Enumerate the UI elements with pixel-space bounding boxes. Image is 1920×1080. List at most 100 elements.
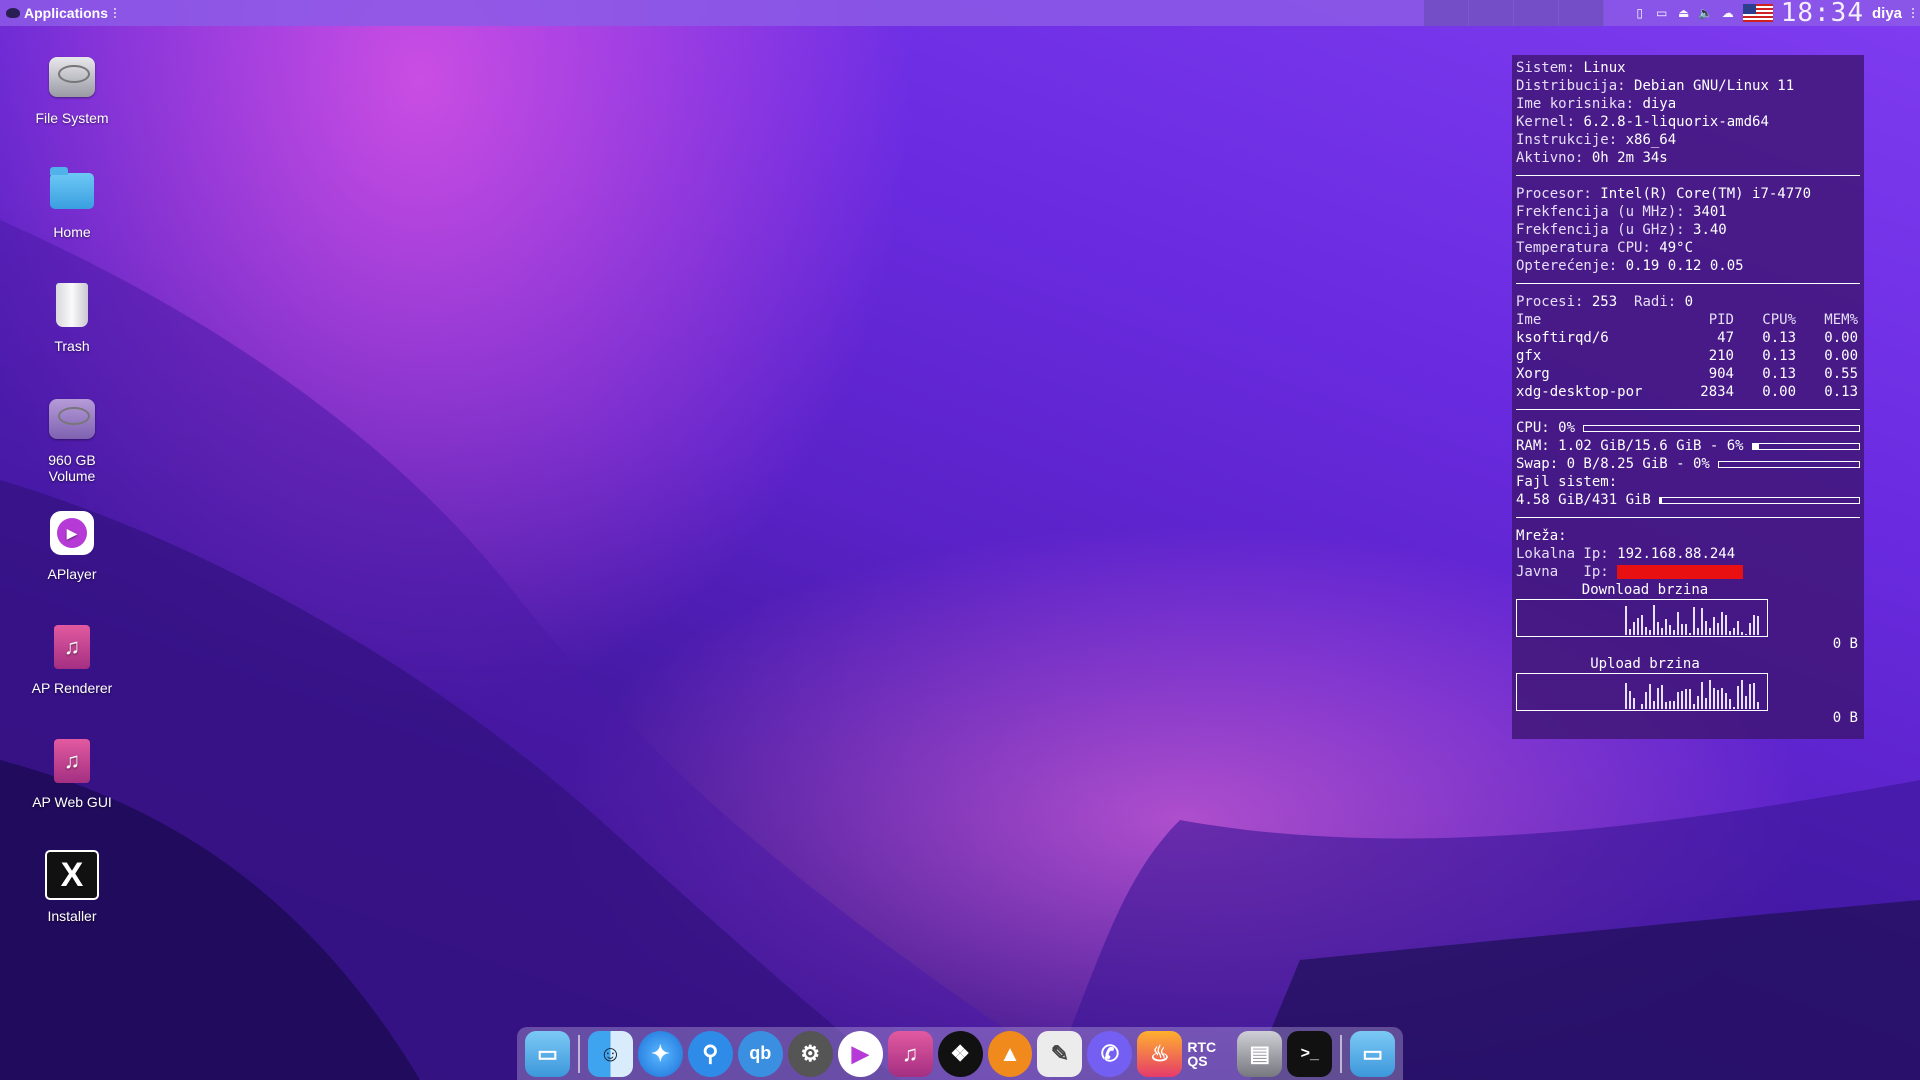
graph-spike — [1713, 688, 1715, 709]
folder-icon[interactable]: ▭ — [1350, 1030, 1396, 1077]
network-label: Mreža: — [1516, 528, 1567, 544]
graph-spike — [1629, 629, 1631, 635]
desktop-icon-installer[interactable]: X Installer — [14, 848, 130, 924]
public-ip-redaction — [1617, 565, 1744, 579]
graph-spike — [1665, 619, 1667, 635]
graph-spike — [1677, 692, 1679, 709]
graph-spike — [1749, 623, 1751, 635]
process-cell: 0.55 — [1824, 366, 1858, 382]
viber-icon[interactable]: ✆ — [1087, 1030, 1133, 1077]
divider — [1516, 409, 1860, 410]
process-cell: 2834 — [1700, 384, 1734, 400]
text-editor-icon[interactable]: ✎ — [1037, 1030, 1083, 1077]
graph-spike — [1633, 622, 1635, 635]
desktop-icon-label: File System — [35, 110, 109, 126]
cpu-usage: CPU: 0% — [1516, 419, 1860, 437]
folder-icon[interactable]: ▭ — [525, 1030, 570, 1077]
process-cell: 210 — [1708, 348, 1734, 364]
graph-spike — [1653, 605, 1655, 635]
workspace-1[interactable] — [1424, 0, 1469, 26]
graph-spike — [1625, 606, 1627, 635]
desktop-icon-960gb-volume[interactable]: 960 GB Volume — [14, 392, 130, 484]
process-count: Procesi: 253 Radi: 0 — [1516, 294, 1694, 310]
panel-clock[interactable]: 18:34 — [1781, 0, 1864, 26]
graph-spike — [1661, 685, 1663, 709]
graph-spike — [1681, 624, 1683, 635]
applications-menu-button[interactable]: Applications — [0, 0, 124, 26]
desktop-icon-label: AP Web GUI — [32, 794, 112, 810]
drive-icon[interactable]: ▤ — [1237, 1030, 1283, 1077]
filesystem-label: Fajl sistem: — [1516, 474, 1618, 490]
flame-app-icon[interactable]: ♨ — [1137, 1030, 1183, 1077]
graph-spike — [1705, 621, 1707, 635]
desktop-icon-home[interactable]: Home — [14, 164, 130, 240]
keyboard-layout-flag-icon[interactable] — [1742, 4, 1773, 22]
vlc-icon[interactable]: ▲ — [987, 1030, 1033, 1077]
user-menu[interactable]: diya — [1872, 5, 1902, 22]
installer-x-icon: X — [45, 850, 99, 900]
graph-spike — [1725, 615, 1727, 635]
rtc-qs-label: RTC QS — [1187, 1038, 1217, 1069]
qbittorrent-icon[interactable]: qb — [737, 1030, 783, 1077]
graph-spike — [1693, 704, 1695, 709]
graph-spike — [1697, 628, 1699, 635]
workspace-3[interactable] — [1514, 0, 1559, 26]
finder-icon[interactable]: ☺ — [587, 1030, 633, 1077]
panel-grip-icon — [1912, 8, 1916, 18]
graph-spike — [1753, 615, 1755, 635]
volume-icon — [49, 399, 95, 439]
graph-spike — [1689, 633, 1691, 635]
drive-icon — [49, 57, 95, 97]
clipboard-icon[interactable]: ▯ — [1633, 6, 1647, 20]
desktop-icon-ap-web-gui[interactable]: ♫ AP Web GUI — [14, 734, 130, 810]
graph-spike — [1657, 622, 1659, 635]
process-table: Ime PID CPU% MEM% ksoftirqd/6 47 0.13 0.… — [1516, 311, 1860, 401]
weather-cloud-icon[interactable]: ☁ — [1721, 6, 1735, 20]
music-file-icon[interactable]: ♫ — [887, 1030, 933, 1077]
settings-gear-icon[interactable]: ⚙ — [787, 1030, 833, 1077]
graph-spike — [1741, 680, 1743, 709]
graph-spike — [1713, 617, 1715, 635]
volume-icon[interactable]: 🔈 — [1698, 6, 1713, 20]
graph-spike — [1717, 623, 1719, 635]
rtc-qs-icon[interactable]: RTC QS — [1187, 1031, 1232, 1077]
graph-spike — [1701, 608, 1703, 635]
desktop-icon-label: Trash — [54, 338, 90, 354]
graph-spike — [1745, 696, 1747, 709]
graph-spike — [1741, 632, 1743, 635]
process-cell: 0.00 — [1824, 348, 1858, 364]
graph-spike — [1697, 696, 1699, 709]
graph-spike — [1673, 630, 1675, 635]
graph-spike — [1649, 630, 1651, 635]
desktop-icon-aplayer[interactable]: ▶ APlayer — [14, 506, 130, 582]
safari-icon[interactable]: ✦ — [637, 1030, 683, 1077]
download-graph — [1516, 599, 1768, 637]
graph-spike — [1737, 621, 1739, 635]
divider — [1516, 517, 1860, 518]
process-header: PID — [1708, 312, 1734, 328]
conky-row: Distribucija: Debian GNU/Linux 11 — [1516, 78, 1795, 94]
desktop-icon-file-system[interactable]: File System — [14, 50, 130, 126]
graph-spike — [1689, 689, 1691, 709]
workspace-2[interactable] — [1469, 0, 1514, 26]
process-cell: 0.13 — [1762, 366, 1796, 382]
graph-spike — [1669, 625, 1671, 635]
swap-usage: Swap: 0 B/8.25 GiB - 0% — [1516, 455, 1860, 473]
upload-value: 0 B — [1832, 710, 1858, 726]
workspace-4[interactable] — [1559, 0, 1604, 26]
search-icon[interactable]: ⚲ — [687, 1030, 733, 1077]
graph-spike — [1637, 618, 1639, 635]
terminal-icon[interactable]: >_ — [1287, 1030, 1333, 1077]
display-icon[interactable]: ▭ — [1655, 6, 1669, 20]
eject-icon[interactable]: ⏏ — [1677, 6, 1691, 20]
graph-spike — [1721, 612, 1723, 635]
process-header: CPU% — [1762, 312, 1796, 328]
desktop-icon-trash[interactable]: Trash — [14, 278, 130, 354]
graph-spike — [1709, 628, 1711, 635]
aplayer-icon[interactable]: ▶ — [837, 1030, 883, 1077]
graph-spike — [1653, 701, 1655, 709]
desktop-icon-ap-renderer[interactable]: ♫ AP Renderer — [14, 620, 130, 696]
tidal-icon[interactable]: ❖ — [937, 1030, 983, 1077]
process-cell: xdg-desktop-por — [1516, 384, 1643, 400]
conky-row: Aktivno: 0h 2m 34s — [1516, 150, 1668, 166]
